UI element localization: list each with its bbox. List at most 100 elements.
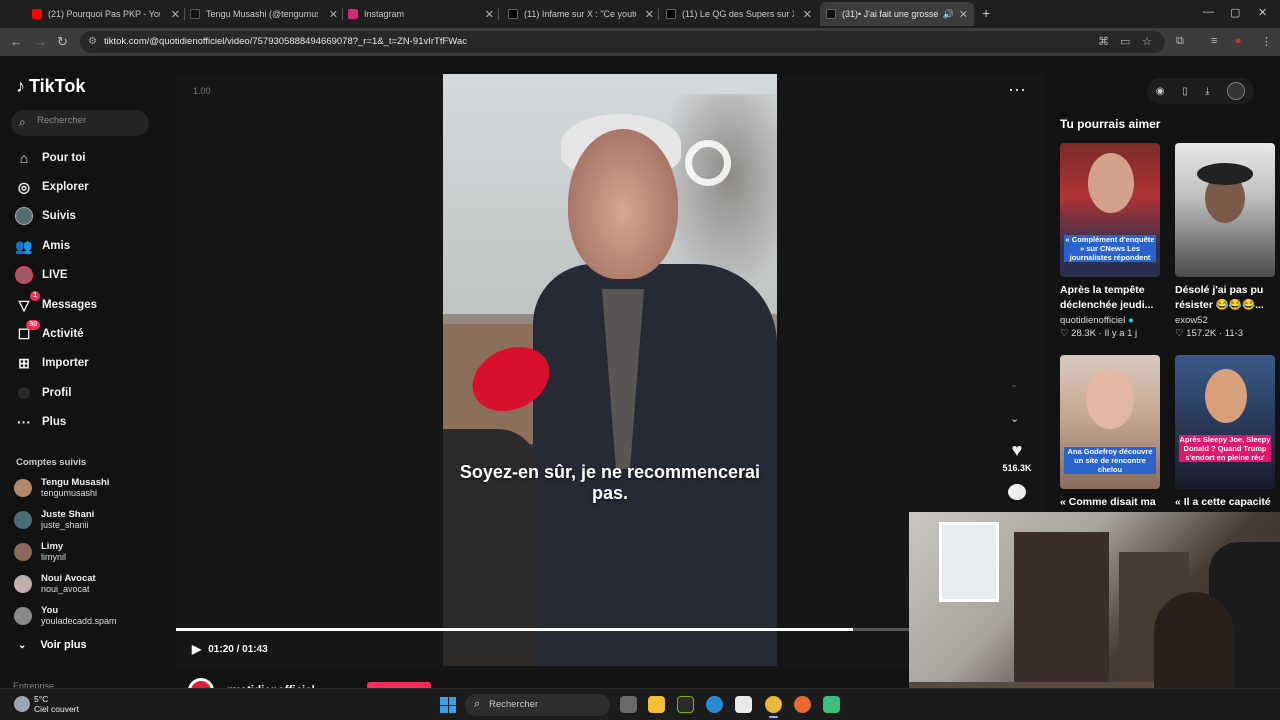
close-tab-icon[interactable]: ✕ [171,8,180,21]
reading-list-icon[interactable]: ≡ [1211,35,1217,47]
tab-tiktok-active[interactable]: (31)• J'ai fait une grosse gr 🔊 ✕ [820,2,974,26]
close-tab-icon[interactable]: ✕ [329,8,338,21]
sidebar-item-messages[interactable]: ▽ 1 Messages [14,291,97,317]
next-video-icon[interactable]: ⌄ [1010,412,1019,425]
speaker-icon[interactable]: 🔊 [943,9,954,20]
extensions-icon[interactable]: ⧉ [1176,35,1184,48]
recommendation-card[interactable]: Ana Godefroy découvre un site de rencont… [1060,355,1160,510]
instagram-icon [348,9,358,19]
comment-icon[interactable] [1008,484,1026,500]
tab-tiktok-tengu[interactable]: Tengu Musashi (@tengumusashi) ✕ [190,4,338,24]
see-more-button[interactable]: ⌄ Voir plus [18,639,87,651]
maximize-button[interactable]: ▢ [1230,6,1240,19]
edge-icon[interactable] [706,696,723,713]
sidebar-item-suivis[interactable]: Suivis [14,204,76,228]
followed-account[interactable]: You youladecadd.spam [14,603,117,629]
tab-x-infame[interactable]: (11) Infame sur X : "Ce youtuber ✕ [508,4,654,24]
tab-instagram[interactable]: Instagram ✕ [348,4,494,24]
address-bar-row: ← → ↻ ⚙ tiktok.com/@quotidienofficiel/vi… [0,28,1280,56]
close-window-button[interactable]: ✕ [1258,6,1267,19]
forward-icon[interactable]: → [34,34,47,49]
chrome-icon[interactable] [765,696,782,718]
sidebar-item-amis[interactable]: 👥 Amis [14,234,70,258]
previous-video-icon[interactable]: ⌃ [1010,384,1018,395]
sidebar-item-plus[interactable]: ··· Plus [14,410,66,434]
video-thumbnail[interactable]: Ana Godefroy découvre un site de rencont… [1060,355,1160,489]
followed-account[interactable]: Tengu Musashi tengumusashi [14,475,109,501]
sidebar-item-activite[interactable]: ☐ 30 Activité [14,320,84,346]
followed-account[interactable]: Limy limynil [14,539,66,565]
task-view-icon[interactable] [620,696,637,713]
like-count: 516.3K [1002,463,1032,473]
taskbar-search[interactable]: ⌕ Rechercher [465,694,610,716]
sidebar-item-label: Importer [42,357,89,369]
tiktok-logo[interactable]: ♪ TikTok [16,76,85,97]
download-icon[interactable]: ⤓ [1205,86,1209,97]
live-icon [14,265,34,285]
thumbnail-caption: Après Sleepy Joe, Sleepy Donald ? Quand … [1179,435,1271,462]
back-icon[interactable]: ← [10,34,23,49]
sidebar-item-importer[interactable]: ⊞ Importer [14,351,89,375]
cast-icon[interactable]: ▭ [1120,35,1130,48]
bookmark-star-icon[interactable]: ☆ [1142,35,1152,48]
close-tab-icon[interactable]: ✕ [959,8,968,21]
sidebar-item-pour-toi[interactable]: ⌂ Pour toi [14,146,86,170]
recommendation-card[interactable]: Après Sleepy Joe, Sleepy Donald ? Quand … [1175,355,1275,510]
app-icon[interactable] [823,696,840,713]
profile-avatar-icon[interactable]: ● [1235,35,1242,47]
close-tab-icon[interactable]: ✕ [485,8,494,21]
sidebar-item-label: Suivis [42,210,76,222]
translate-icon[interactable]: ⌘ [1098,35,1109,48]
store-icon[interactable] [735,696,752,713]
sidebar-item-live[interactable]: LIVE [14,263,68,287]
close-tab-icon[interactable]: ✕ [645,8,654,21]
search-input[interactable] [37,115,142,126]
upload-icon: ⊞ [18,354,30,371]
profile-avatar-icon[interactable] [1227,82,1246,100]
device-icon[interactable]: ▯ [1182,86,1188,97]
recommendation-card[interactable]: « Complément d'enquête » sur CNews Les j… [1060,143,1160,339]
search-box[interactable]: ⌕ [11,110,149,136]
sidebar-item-label: Pour toi [42,152,86,164]
sidebar-item-profil[interactable]: Profil [14,381,71,405]
play-icon[interactable]: ▶ [192,642,201,656]
tab-x-qg[interactable]: (11) Le QG des Supers sur X : " ✕ [666,4,812,24]
like-button[interactable]: ♥ 516.3K [1000,440,1034,473]
followed-account[interactable]: Juste Shani juste_shanii [14,507,94,533]
card-caption: « Comme disait ma [1060,496,1156,508]
weather-condition: Ciel couvert [34,704,79,714]
video-thumbnail[interactable]: « Complément d'enquête » sur CNews Les j… [1060,143,1160,277]
close-tab-icon[interactable]: ✕ [803,8,812,21]
file-explorer-icon[interactable] [648,696,665,713]
weather-widget[interactable]: 5°C Ciel couvert [14,694,79,714]
browser-menu-icon[interactable]: ⋮ [1261,35,1272,48]
site-info-icon[interactable]: ⚙ [88,36,97,47]
firefox-icon[interactable] [794,696,811,713]
followed-account[interactable]: Noui Avocat noui_avocat [14,571,96,597]
sidebar-item-explorer[interactable]: ◎ Explorer [14,175,89,199]
account-name: Noui Avocat [41,573,96,584]
coins-icon[interactable]: ◉ [1156,86,1165,97]
reload-icon[interactable]: ↻ [57,34,68,50]
video-frame[interactable]: Soyez-en sûr, je ne recommencerai pas. [443,74,777,666]
search-icon: ⌕ [19,115,26,129]
profile-icon [14,383,34,403]
playback-rate[interactable]: 1.00 [193,86,211,96]
nvidia-icon[interactable] [677,696,694,713]
avatar [14,479,32,497]
start-button[interactable] [440,697,456,713]
taskbar-search-label: Rechercher [489,699,539,710]
following-section-title: Comptes suivis [16,457,87,468]
omnibox[interactable]: ⚙ tiktok.com/@quotidienofficiel/video/75… [80,31,1165,53]
minimize-button[interactable]: — [1203,6,1214,18]
card-author[interactable]: exow52 [1175,315,1208,326]
more-options-icon[interactable]: ⋯ [1008,80,1026,101]
recommendation-card[interactable]: Désolé j'ai pas pu résister 😂😂😂... exow5… [1175,143,1275,339]
tab-youtube[interactable]: (21) Pourquoi Pas PKP - YouTube ✕ [32,4,180,24]
new-tab-button[interactable]: + [982,5,990,21]
video-thumbnail[interactable] [1175,143,1275,277]
url-text[interactable]: tiktok.com/@quotidienofficiel/video/7579… [104,36,467,47]
video-thumbnail[interactable]: Après Sleepy Joe, Sleepy Donald ? Quand … [1175,355,1275,489]
card-author[interactable]: quotidienofficiel [1060,315,1125,326]
account-handle: limynil [41,552,67,562]
